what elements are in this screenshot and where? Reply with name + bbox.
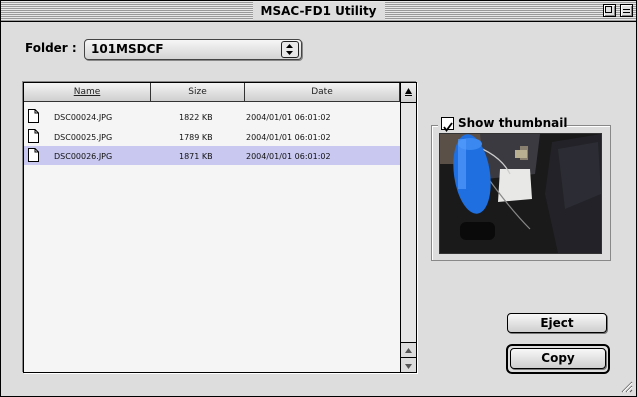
window-title: MSAC-FD1 Utility	[252, 2, 385, 20]
collapse-box-icon[interactable]	[620, 4, 633, 17]
file-date: 2004/01/01 06:01:02	[246, 113, 331, 122]
folder-popup-menu[interactable]: 101MSDCF	[84, 39, 302, 60]
vertical-scrollbar[interactable]	[400, 83, 416, 372]
folder-label: Folder :	[25, 41, 77, 55]
copy-button[interactable]: Copy	[510, 348, 606, 369]
file-size: 1822 KB	[179, 113, 213, 122]
show-thumbnail-label: Show thumbnail	[458, 116, 568, 130]
resize-grip-icon[interactable]	[619, 379, 633, 393]
file-date: 2004/01/01 06:01:02	[246, 152, 331, 161]
file-name: DSC00024.JPG	[54, 113, 113, 122]
file-row[interactable]: DSC00025.JPG 1789 KB 2004/01/01 06:01:02	[24, 127, 400, 146]
file-list[interactable]: Name Size Date DSC00024.JPG 1822 KB 2004…	[23, 82, 417, 373]
column-header-size[interactable]: Size	[151, 83, 245, 102]
file-size: 1871 KB	[179, 152, 213, 161]
document-icon	[28, 109, 39, 123]
file-row-selected[interactable]: DSC00026.JPG 1871 KB 2004/01/01 06:01:02	[24, 146, 400, 165]
document-icon	[28, 148, 39, 162]
scroll-up-arrow-icon[interactable]	[401, 342, 416, 357]
folder-selected-value: 101MSDCF	[91, 42, 164, 56]
file-size: 1789 KB	[179, 133, 213, 142]
scroll-down-arrow-icon[interactable]	[401, 357, 416, 372]
popup-arrows-icon	[281, 41, 299, 58]
checkbox-checked-icon[interactable]	[441, 117, 454, 133]
file-date: 2004/01/01 06:01:02	[246, 133, 331, 142]
document-icon	[28, 129, 39, 143]
show-thumbnail-checkbox[interactable]: Show thumbnail	[438, 115, 568, 133]
thumbnail-image	[439, 133, 602, 254]
column-header-date[interactable]: Date	[245, 83, 400, 102]
sort-direction-icon[interactable]	[401, 83, 416, 103]
file-row[interactable]: DSC00024.JPG 1822 KB 2004/01/01 06:01:02	[24, 107, 400, 126]
file-name: DSC00026.JPG	[54, 152, 113, 161]
zoom-box-icon[interactable]	[603, 4, 616, 17]
file-name: DSC00025.JPG	[54, 133, 113, 142]
eject-button[interactable]: Eject	[507, 313, 607, 333]
title-bar[interactable]: MSAC-FD1 Utility	[1, 1, 636, 22]
utility-window: MSAC-FD1 Utility Folder : 101MSDCF Name …	[0, 0, 637, 397]
column-header-name[interactable]: Name	[24, 83, 151, 102]
